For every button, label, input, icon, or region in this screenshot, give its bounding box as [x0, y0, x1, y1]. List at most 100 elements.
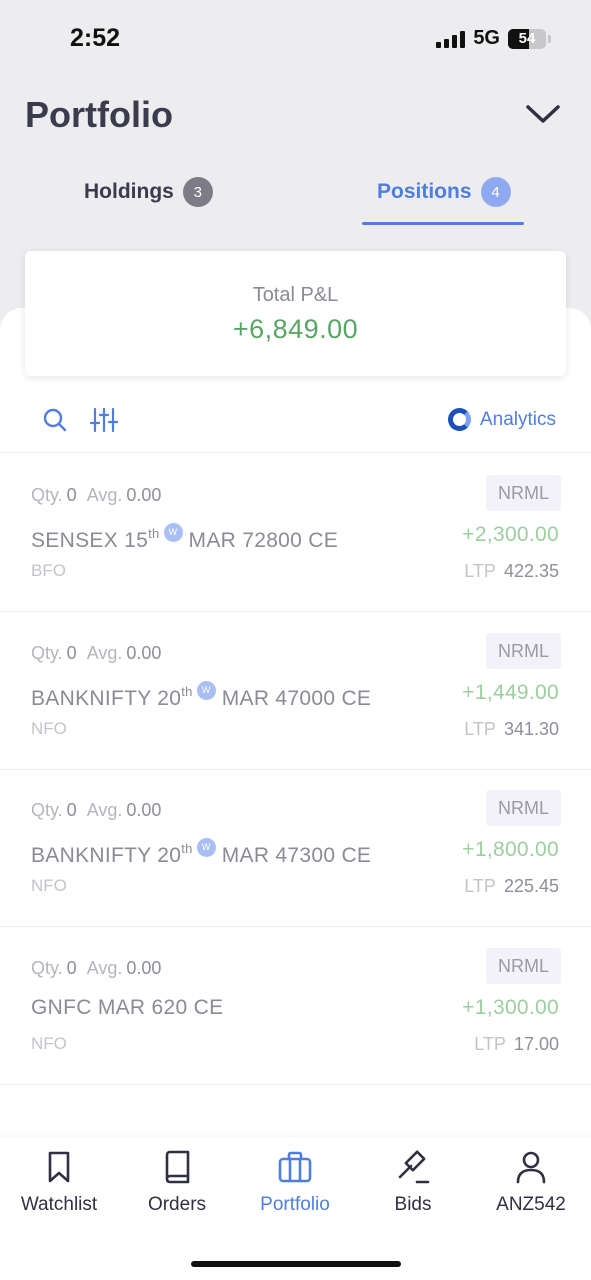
qty-avg: Qty. 0 Avg. 0.00	[31, 485, 171, 506]
nav-label: Portfolio	[260, 1194, 330, 1215]
weekly-expiry-icon: W	[196, 838, 216, 857]
position-pnl: +1,449.00	[462, 681, 559, 704]
total-pnl-value: +6,849.00	[232, 314, 359, 344]
position-row[interactable]: Qty. 0 Avg. 0.00 NRML BANKNIFTY 20th W MAR 4700…	[0, 611, 591, 768]
status-indicators: 5G 54	[436, 27, 551, 50]
book-icon	[165, 1150, 190, 1184]
qty-avg: Qty. 0 Avg. 0.00	[31, 800, 171, 821]
ltp-value: 341.30	[503, 719, 559, 739]
avg-label: Avg.	[86, 485, 123, 505]
exchange-label: NFO	[31, 1034, 67, 1053]
nav-bids[interactable]: Bids	[354, 1149, 472, 1216]
position-pnl: +1,800.00	[462, 838, 559, 861]
count-badge: 4	[480, 177, 511, 207]
instrument-symbol: BANKNIFTY 20th W MAR 47000 CE	[31, 681, 371, 711]
symbol-suffix: MAR 47000 CE	[221, 687, 372, 710]
briefcase-icon	[278, 1151, 312, 1183]
tab-label: Holdings	[84, 180, 174, 203]
nav-label: Orders	[147, 1194, 207, 1215]
qty-label: Qty.	[31, 485, 63, 505]
product-type-badge: NRML	[485, 790, 561, 826]
position-row[interactable]: Qty. 0 Avg. 0.00 NRML BANKNIFTY 20th W MAR 4730…	[0, 768, 591, 925]
tab-positions[interactable]: Positions 4	[377, 170, 511, 214]
nav-portfolio[interactable]: Portfolio	[236, 1149, 354, 1216]
ltp-label: LTP	[464, 719, 496, 739]
nav-profile[interactable]: ANZ542	[472, 1149, 590, 1216]
instrument-symbol: GNFC MAR 620 CE	[31, 996, 223, 1020]
ltp: LTP 341.30	[464, 719, 559, 740]
product-type-badge: NRML	[485, 948, 561, 984]
ltp: LTP 422.35	[464, 561, 559, 582]
count-badge: 3	[182, 177, 213, 207]
filter-sliders-icon[interactable]	[89, 406, 119, 434]
analytics-button[interactable]: Analytics	[448, 408, 556, 431]
ltp-value: 17.00	[513, 1034, 559, 1054]
symbol-ordinal: th	[148, 526, 160, 541]
position-pnl: +2,300.00	[462, 523, 559, 546]
avg-value: 0.00	[126, 958, 162, 978]
exchange-label: NFO	[31, 719, 67, 738]
product-type-badge: NRML	[485, 475, 561, 511]
home-indicator	[191, 1261, 401, 1267]
symbol-ordinal: th	[181, 684, 193, 699]
qty-value: 0	[66, 800, 77, 820]
weekly-expiry-icon: W	[163, 523, 183, 542]
avg-value: 0.00	[126, 485, 162, 505]
qty-label: Qty.	[31, 958, 63, 978]
nav-label: Bids	[394, 1194, 432, 1215]
divider	[0, 1084, 591, 1085]
position-pnl: +1,300.00	[462, 996, 559, 1019]
position-row[interactable]: Qty. 0 Avg. 0.00 NRML GNFC MAR 620 CE +1,300.0…	[0, 926, 591, 1083]
qty-avg: Qty. 0 Avg. 0.00	[31, 643, 171, 664]
symbol-prefix: GNFC MAR 620 CE	[31, 996, 224, 1019]
analytics-label: Analytics	[480, 408, 557, 430]
nav-label: Watchlist	[20, 1194, 98, 1215]
qty-value: 0	[66, 643, 77, 663]
avg-value: 0.00	[126, 800, 162, 820]
exchange-label: NFO	[31, 876, 67, 895]
ltp: LTP 225.45	[464, 876, 559, 897]
chevron-down-icon[interactable]	[522, 96, 564, 132]
symbol-prefix: BANKNIFTY 20	[31, 687, 182, 710]
avg-label: Avg.	[86, 643, 123, 663]
qty-label: Qty.	[31, 643, 63, 663]
bottom-nav: Watchlist Orders Portfolio Bids ANZ542	[0, 1137, 591, 1280]
bookmark-icon	[48, 1151, 70, 1183]
battery-icon: 54	[508, 28, 546, 49]
gavel-icon	[398, 1150, 430, 1184]
tab-label: Positions	[377, 180, 472, 203]
avg-label: Avg.	[86, 958, 123, 978]
symbol-suffix: MAR 47300 CE	[221, 844, 372, 867]
ltp-value: 422.35	[503, 561, 559, 581]
status-time: 2:52	[70, 24, 121, 52]
search-icon[interactable]	[41, 406, 69, 434]
analytics-icon	[448, 408, 471, 431]
symbol-suffix: MAR 72800 CE	[188, 529, 339, 552]
qty-label: Qty.	[31, 800, 63, 820]
instrument-symbol: BANKNIFTY 20th W MAR 47300 CE	[31, 838, 371, 868]
ltp-label: LTP	[464, 876, 496, 896]
product-type-badge: NRML	[485, 633, 561, 669]
nav-watchlist[interactable]: Watchlist	[0, 1149, 118, 1216]
instrument-symbol: SENSEX 15th W MAR 72800 CE	[31, 523, 338, 553]
ltp-label: LTP	[474, 1034, 506, 1054]
tab-holdings[interactable]: Holdings 3	[84, 170, 213, 214]
position-row[interactable]: Qty. 0 Avg. 0.00 NRML SENSEX 15th W MAR 72800 C…	[0, 453, 591, 610]
page-title: Portfolio	[25, 94, 173, 135]
symbol-prefix: BANKNIFTY 20	[31, 844, 182, 867]
exchange-label: BFO	[31, 561, 66, 580]
ltp-value: 225.45	[503, 876, 559, 896]
total-pnl-card: Total P&L +6,849.00	[25, 251, 566, 376]
ltp-label: LTP	[464, 561, 496, 581]
signal-icon	[436, 30, 466, 48]
symbol-prefix: SENSEX 15	[31, 529, 149, 552]
user-icon	[516, 1151, 546, 1184]
nav-label: ANZ542	[496, 1194, 566, 1215]
qty-value: 0	[66, 958, 77, 978]
qty-avg: Qty. 0 Avg. 0.00	[31, 958, 171, 979]
total-pnl-label: Total P&L	[252, 284, 339, 306]
nav-orders[interactable]: Orders	[118, 1149, 236, 1216]
avg-label: Avg.	[86, 800, 123, 820]
weekly-expiry-icon: W	[196, 681, 216, 700]
avg-value: 0.00	[126, 643, 162, 663]
